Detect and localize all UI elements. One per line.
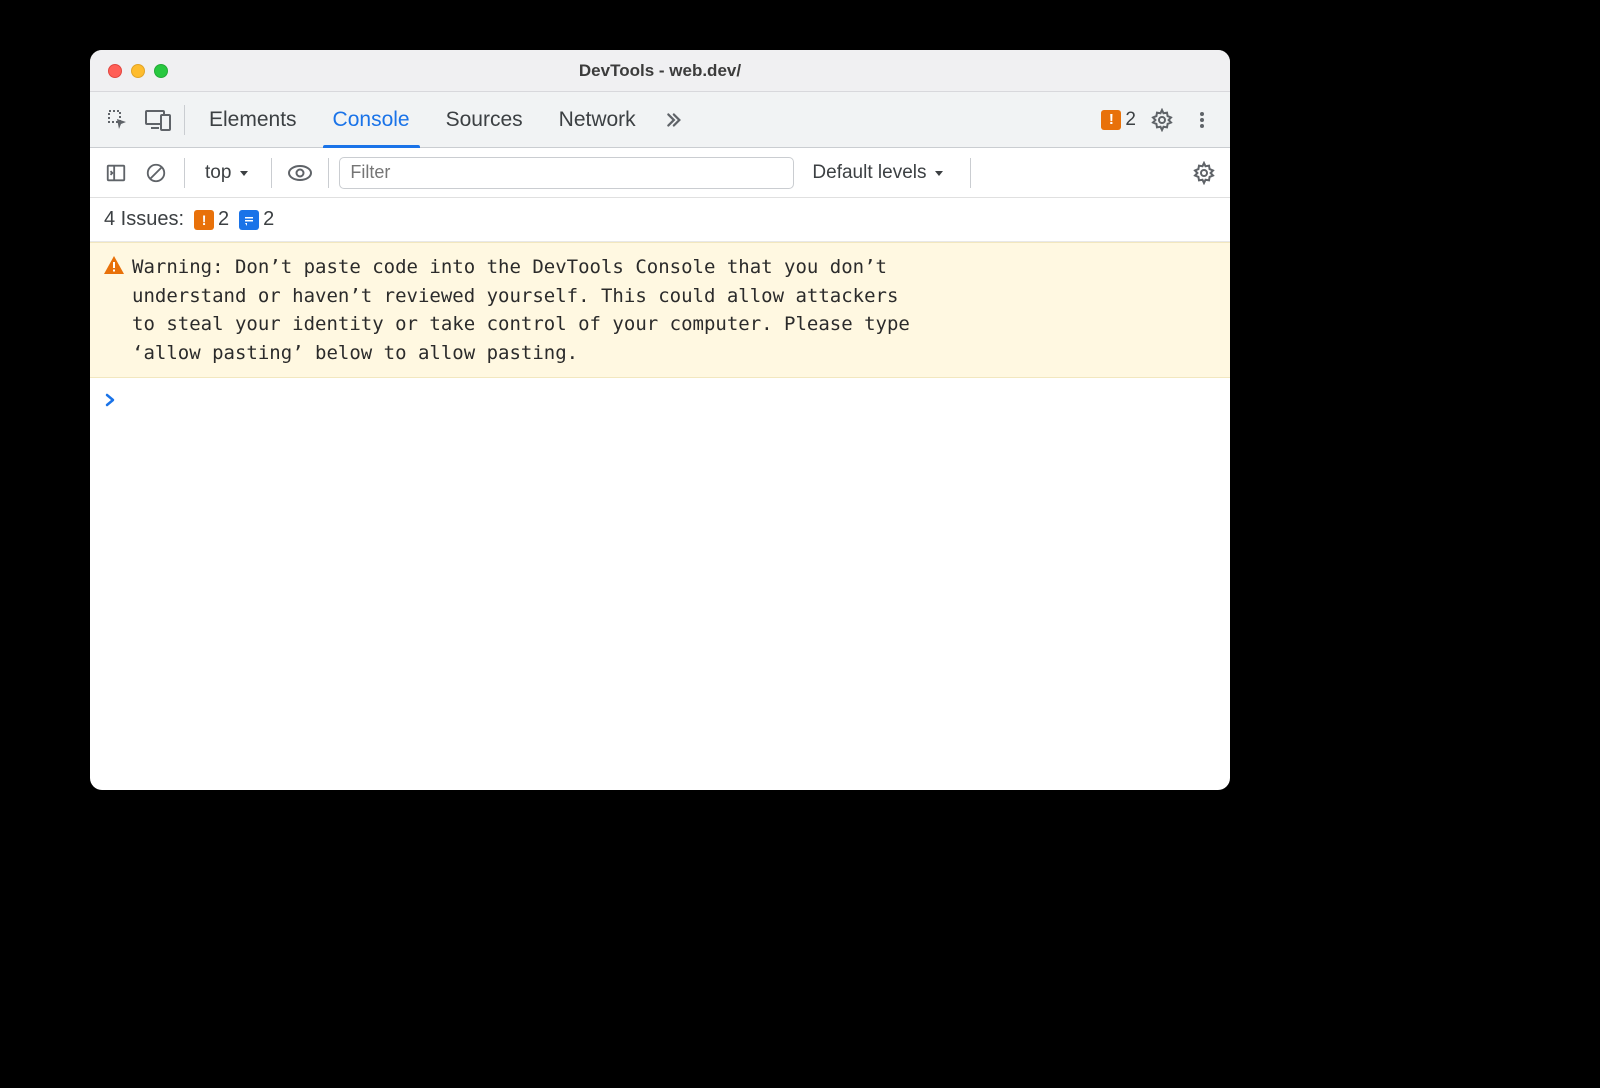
window-title: DevTools - web.dev/ (90, 61, 1230, 81)
divider (970, 158, 971, 188)
levels-label: Default levels (812, 162, 926, 184)
settings-button[interactable] (1142, 100, 1182, 140)
more-tabs-button[interactable] (654, 102, 690, 138)
warning-triangle-icon (104, 256, 124, 367)
error-badge-icon: ! (1101, 110, 1121, 130)
titlebar: DevTools - web.dev/ (90, 50, 1230, 92)
kebab-menu-button[interactable] (1182, 100, 1222, 140)
console-prompt[interactable] (90, 378, 1230, 422)
issues-info-badge[interactable]: 2 (239, 208, 274, 231)
issues-summary: 4 Issues: ! 2 2 (90, 198, 1230, 242)
tab-network[interactable]: Network (541, 92, 654, 147)
info-badge-icon (239, 210, 259, 230)
divider (184, 105, 185, 135)
issues-label: 4 Issues: (104, 208, 184, 231)
issues-indicator[interactable]: ! 2 (1095, 109, 1142, 131)
issues-info-count: 2 (263, 208, 274, 231)
zoom-window-button[interactable] (154, 64, 168, 78)
inspect-element-icon[interactable] (98, 100, 138, 140)
issues-breaking-badge[interactable]: ! 2 (194, 208, 229, 231)
issues-breaking-count: 2 (218, 208, 229, 231)
console-warning-row: Warning: Don’t paste code into the DevTo… (90, 242, 1230, 378)
divider (271, 158, 272, 188)
filter-input[interactable] (339, 157, 794, 189)
context-label: top (205, 162, 231, 184)
tab-sources[interactable]: Sources (428, 92, 541, 147)
traffic-lights (90, 64, 168, 78)
minimize-window-button[interactable] (131, 64, 145, 78)
context-picker[interactable]: top (195, 162, 261, 184)
divider (328, 158, 329, 188)
tab-elements[interactable]: Elements (191, 92, 315, 147)
toggle-sidebar-icon[interactable] (98, 155, 134, 191)
console-settings-icon[interactable] (1186, 155, 1222, 191)
devtools-window: DevTools - web.dev/ Elements Console Sou… (90, 50, 1230, 790)
prompt-chevron-icon (104, 392, 116, 408)
error-count: 2 (1125, 109, 1136, 131)
chevron-down-icon (932, 166, 946, 180)
log-levels-picker[interactable]: Default levels (798, 162, 960, 184)
clear-console-icon[interactable] (138, 155, 174, 191)
main-tabstrip: Elements Console Sources Network ! 2 (90, 92, 1230, 148)
device-toolbar-icon[interactable] (138, 100, 178, 140)
warning-text: Warning: Don’t paste code into the DevTo… (132, 253, 910, 367)
warning-badge-icon: ! (194, 210, 214, 230)
tab-console[interactable]: Console (315, 92, 428, 147)
chevron-down-icon (237, 166, 251, 180)
divider (184, 158, 185, 188)
close-window-button[interactable] (108, 64, 122, 78)
live-expression-icon[interactable] (282, 155, 318, 191)
console-toolbar: top Default levels (90, 148, 1230, 198)
